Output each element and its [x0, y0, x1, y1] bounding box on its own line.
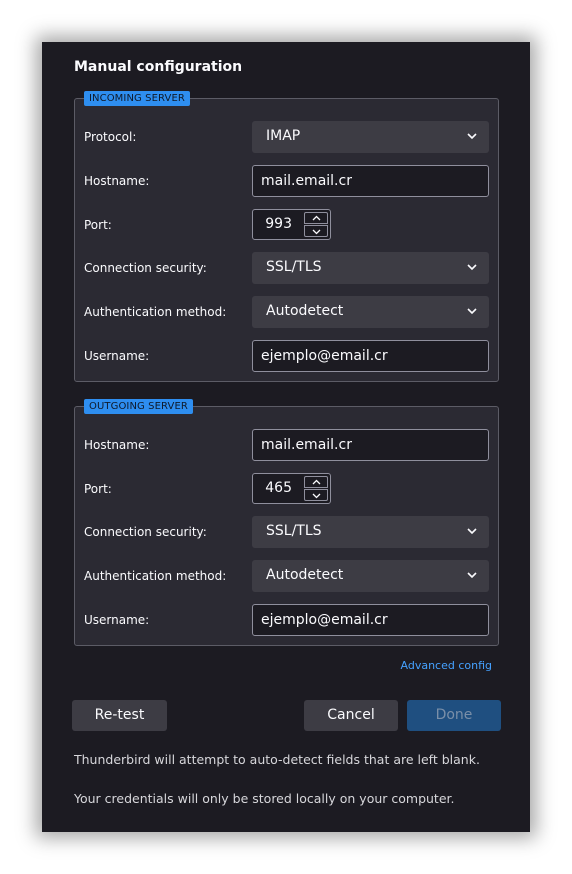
incoming-auth-select[interactable]: Autodetect	[252, 296, 489, 328]
incoming-port-decrement[interactable]	[304, 225, 328, 237]
outgoing-auth-row: Authentication method: Autodetect	[75, 560, 498, 592]
chevron-up-icon	[312, 479, 321, 485]
outgoing-port-increment[interactable]	[304, 476, 328, 488]
manual-config-dialog: Manual configuration INCOMING SERVER Pro…	[42, 42, 530, 832]
outgoing-hostname-input[interactable]: mail.email.cr	[252, 429, 489, 461]
incoming-auth-row: Authentication method: Autodetect	[75, 296, 498, 328]
incoming-port-stepper[interactable]: 993	[252, 209, 331, 240]
cancel-button[interactable]: Cancel	[304, 700, 398, 731]
incoming-auth-value: Autodetect	[266, 303, 344, 319]
outgoing-port-decrement[interactable]	[304, 489, 328, 501]
outgoing-server-legend: OUTGOING SERVER	[84, 399, 193, 414]
outgoing-hostname-label: Hostname:	[84, 438, 150, 452]
outgoing-port-stepper[interactable]: 465	[252, 473, 331, 504]
incoming-hostname-label: Hostname:	[84, 174, 150, 188]
incoming-server-fieldset: INCOMING SERVER Protocol: IMAP Hostname:…	[74, 91, 499, 382]
done-button[interactable]: Done	[407, 700, 501, 731]
outgoing-hostname-value: mail.email.cr	[261, 437, 352, 453]
chevron-down-icon	[467, 308, 477, 315]
outgoing-port-label: Port:	[84, 482, 112, 496]
chevron-up-icon	[312, 215, 321, 221]
incoming-hostname-row: Hostname: mail.email.cr	[75, 165, 498, 197]
outgoing-username-label: Username:	[84, 613, 150, 627]
incoming-security-select[interactable]: SSL/TLS	[252, 252, 489, 284]
chevron-down-icon	[312, 493, 321, 499]
incoming-hostname-value: mail.email.cr	[261, 173, 352, 189]
outgoing-hostname-row: Hostname: mail.email.cr	[75, 429, 498, 461]
outgoing-auth-select[interactable]: Autodetect	[252, 560, 489, 592]
incoming-protocol-value: IMAP	[266, 128, 301, 144]
outgoing-auth-value: Autodetect	[266, 567, 344, 583]
incoming-port-label: Port:	[84, 218, 112, 232]
incoming-port-value: 993	[265, 216, 292, 232]
outgoing-security-row: Connection security: SSL/TLS	[75, 516, 498, 548]
credentials-note: Your credentials will only be stored loc…	[74, 791, 455, 806]
incoming-security-value: SSL/TLS	[266, 259, 322, 275]
outgoing-security-select[interactable]: SSL/TLS	[252, 516, 489, 548]
incoming-security-label: Connection security:	[84, 261, 207, 275]
autodetect-note: Thunderbird will attempt to auto-detect …	[74, 752, 480, 767]
incoming-server-legend: INCOMING SERVER	[84, 91, 190, 106]
incoming-protocol-label: Protocol:	[84, 130, 137, 144]
incoming-username-label: Username:	[84, 349, 150, 363]
outgoing-port-row: Port: 465	[75, 473, 498, 505]
incoming-username-row: Username: ejemplo@email.cr	[75, 340, 498, 372]
incoming-port-row: Port: 993	[75, 209, 498, 241]
chevron-down-icon	[467, 133, 477, 140]
incoming-protocol-select[interactable]: IMAP	[252, 121, 489, 153]
chevron-down-icon	[467, 264, 477, 271]
outgoing-username-row: Username: ejemplo@email.cr	[75, 604, 498, 636]
chevron-down-icon	[467, 528, 477, 535]
outgoing-username-input[interactable]: ejemplo@email.cr	[252, 604, 489, 636]
incoming-port-spinner	[304, 212, 328, 237]
retest-button[interactable]: Re-test	[72, 700, 167, 731]
incoming-hostname-input[interactable]: mail.email.cr	[252, 165, 489, 197]
incoming-username-value: ejemplo@email.cr	[261, 348, 388, 364]
outgoing-port-spinner	[304, 476, 328, 501]
outgoing-port-value: 465	[265, 480, 292, 496]
chevron-down-icon	[467, 572, 477, 579]
incoming-port-increment[interactable]	[304, 212, 328, 224]
incoming-security-row: Connection security: SSL/TLS	[75, 252, 498, 284]
outgoing-security-value: SSL/TLS	[266, 523, 322, 539]
incoming-username-input[interactable]: ejemplo@email.cr	[252, 340, 489, 372]
dialog-title: Manual configuration	[74, 59, 243, 75]
outgoing-auth-label: Authentication method:	[84, 569, 227, 583]
chevron-down-icon	[312, 229, 321, 235]
outgoing-username-value: ejemplo@email.cr	[261, 612, 388, 628]
outgoing-server-fieldset: OUTGOING SERVER Hostname: mail.email.cr …	[74, 399, 499, 646]
outgoing-security-label: Connection security:	[84, 525, 207, 539]
incoming-auth-label: Authentication method:	[84, 305, 227, 319]
advanced-config-link[interactable]: Advanced config	[401, 659, 493, 672]
incoming-protocol-row: Protocol: IMAP	[75, 121, 498, 153]
